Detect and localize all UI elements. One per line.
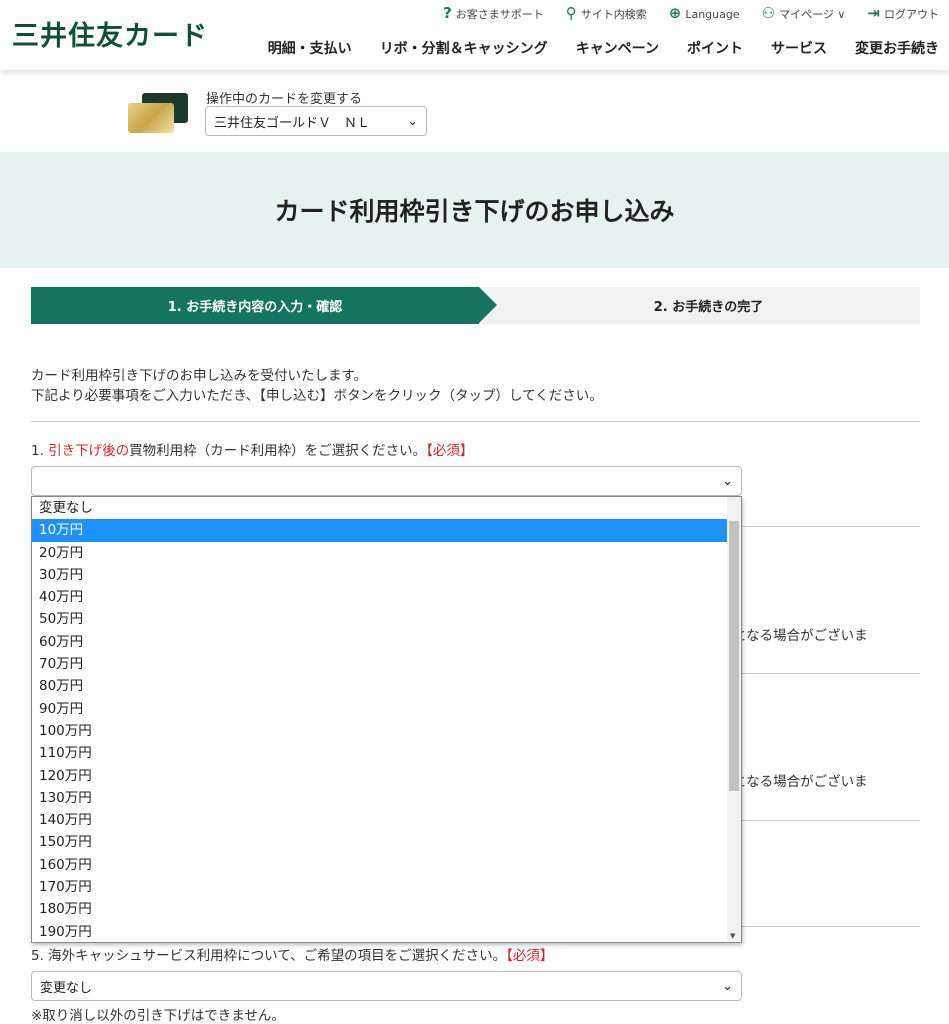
- credit-limit-select[interactable]: ⌄: [31, 466, 742, 496]
- card-select-value: 三井住友ゴールドＶ ＮＬ: [214, 115, 371, 131]
- step-arrow: [479, 287, 497, 323]
- required-badge: 【必須】: [426, 443, 474, 459]
- logo[interactable]: 三井住友カード: [12, 14, 208, 53]
- note-text: ※取り消し以外の引き下げはできません。: [31, 1008, 285, 1024]
- card-selector-label: 操作中のカードを変更する: [206, 92, 363, 107]
- scrollbar[interactable]: ▼: [727, 497, 741, 942]
- globe-icon: ⊕: [668, 4, 682, 22]
- progress-steps: 1. お手続き内容の入力・確認 2. お手続きの完了: [31, 287, 920, 324]
- dropdown-option[interactable]: 10万円: [32, 519, 727, 542]
- util-link-2[interactable]: ⊕ Language: [669, 4, 740, 22]
- step-1-active: 1. お手続き内容の入力・確認: [31, 287, 479, 324]
- scrollbar-thumb[interactable]: [729, 521, 739, 791]
- select-value: 変更なし: [40, 980, 93, 996]
- intro-text: カード利用枠引き下げのお申し込みを受付いたします。 下記より必要事項をご入力いた…: [31, 366, 603, 406]
- nav-item[interactable]: サービス: [771, 38, 827, 58]
- nav-item[interactable]: ポイント: [687, 38, 743, 58]
- card-image: [128, 93, 188, 133]
- dropdown-option[interactable]: 100万円: [32, 720, 727, 742]
- intro-line: 下記より必要事項をご入力いただき、【申し込む】ボタンをクリック（タップ）してくだ…: [31, 388, 603, 404]
- util-link-1[interactable]: ⚲ サイト内検索: [566, 4, 647, 22]
- dropdown-option[interactable]: 40万円: [32, 586, 727, 608]
- main-nav: 明細・支払い リボ・分割＆キャッシング キャンペーン ポイント サービス 変更お手続き: [268, 38, 939, 58]
- page-title: カード利用枠引き下げのお申し込み: [0, 152, 949, 268]
- scroll-down-icon[interactable]: ▼: [730, 932, 735, 940]
- partial-text: となる場合がございま: [733, 774, 868, 790]
- dropdown-option[interactable]: 140万円: [32, 809, 727, 831]
- dropdown-option[interactable]: 110万円: [32, 742, 727, 764]
- overseas-cash-select[interactable]: 変更なし ⌄: [31, 971, 742, 1001]
- nav-item[interactable]: キャンペーン: [576, 38, 659, 58]
- credit-limit-dropdown-list[interactable]: 変更なし 10万円 20万円 30万円 40万円 50万円 60万円 70万円 80万円 90万円…: [31, 496, 742, 943]
- logout-icon: ⇥: [867, 4, 880, 22]
- card-select[interactable]: 三井住友ゴールドＶ ＮＬ ⌄: [205, 106, 427, 136]
- dropdown-option[interactable]: 80万円: [32, 675, 727, 697]
- util-link-4[interactable]: ⇥ ログアウト: [867, 4, 939, 22]
- dropdown-option[interactable]: 190万円: [32, 921, 727, 942]
- site-header: 三井住友カード ? お客さまサポート ⚲ サイト内検索 ⊕ Language ⚇ マイページ …: [0, 0, 949, 70]
- question-5-label: 5. 海外キャッシュサービス利用枠について、ご希望の項目をご選択ください。【必須…: [31, 948, 554, 964]
- chevron-down-icon: ⌄: [407, 113, 418, 129]
- dropdown-option[interactable]: 50万円: [32, 608, 727, 630]
- dropdown-option[interactable]: 150万円: [32, 831, 727, 853]
- partial-text: となる場合がございま: [733, 628, 868, 644]
- step-2: 2. お手続きの完了: [653, 300, 764, 315]
- dropdown-option[interactable]: 30万円: [32, 564, 727, 586]
- dropdown-option[interactable]: 20万円: [32, 542, 727, 564]
- nav-item[interactable]: 変更お手続き: [855, 38, 939, 58]
- dropdown-option[interactable]: 90万円: [32, 698, 727, 720]
- dropdown-option[interactable]: 180万円: [32, 898, 727, 920]
- user-icon: ⚇: [761, 4, 776, 22]
- dropdown-option[interactable]: 70万円: [32, 653, 727, 675]
- divider: [31, 421, 920, 422]
- dropdown-option[interactable]: 160万円: [32, 854, 727, 876]
- util-link-3[interactable]: ⚇ マイページ ∨: [762, 4, 846, 22]
- dropdown-option[interactable]: 130万円: [32, 787, 727, 809]
- question-icon: ?: [443, 4, 452, 22]
- dropdown-option[interactable]: 変更なし: [32, 497, 727, 519]
- util-link-0[interactable]: ? お客さまサポート: [443, 4, 544, 22]
- intro-line: カード利用枠引き下げのお申し込みを受付いたします。: [31, 368, 368, 384]
- required-badge: 【必須】: [506, 948, 554, 964]
- nav-item[interactable]: リボ・分割＆キャッシング: [380, 38, 548, 58]
- dropdown-option[interactable]: 120万円: [32, 765, 727, 787]
- question-1-label: 1. 引き下げ後の買物利用枠（カード利用枠）をご選択ください。【必須】: [31, 443, 474, 459]
- chevron-down-icon: ⌄: [722, 978, 733, 994]
- utility-nav: ? お客さまサポート ⚲ サイト内検索 ⊕ Language ⚇ マイページ ∨ ⇥ ログアウト: [443, 4, 939, 22]
- search-icon: ⚲: [565, 4, 577, 22]
- chevron-down-icon: ⌄: [722, 473, 733, 489]
- dropdown-option[interactable]: 60万円: [32, 631, 727, 653]
- dropdown-option[interactable]: 170万円: [32, 876, 727, 898]
- nav-item[interactable]: 明細・支払い: [268, 38, 352, 58]
